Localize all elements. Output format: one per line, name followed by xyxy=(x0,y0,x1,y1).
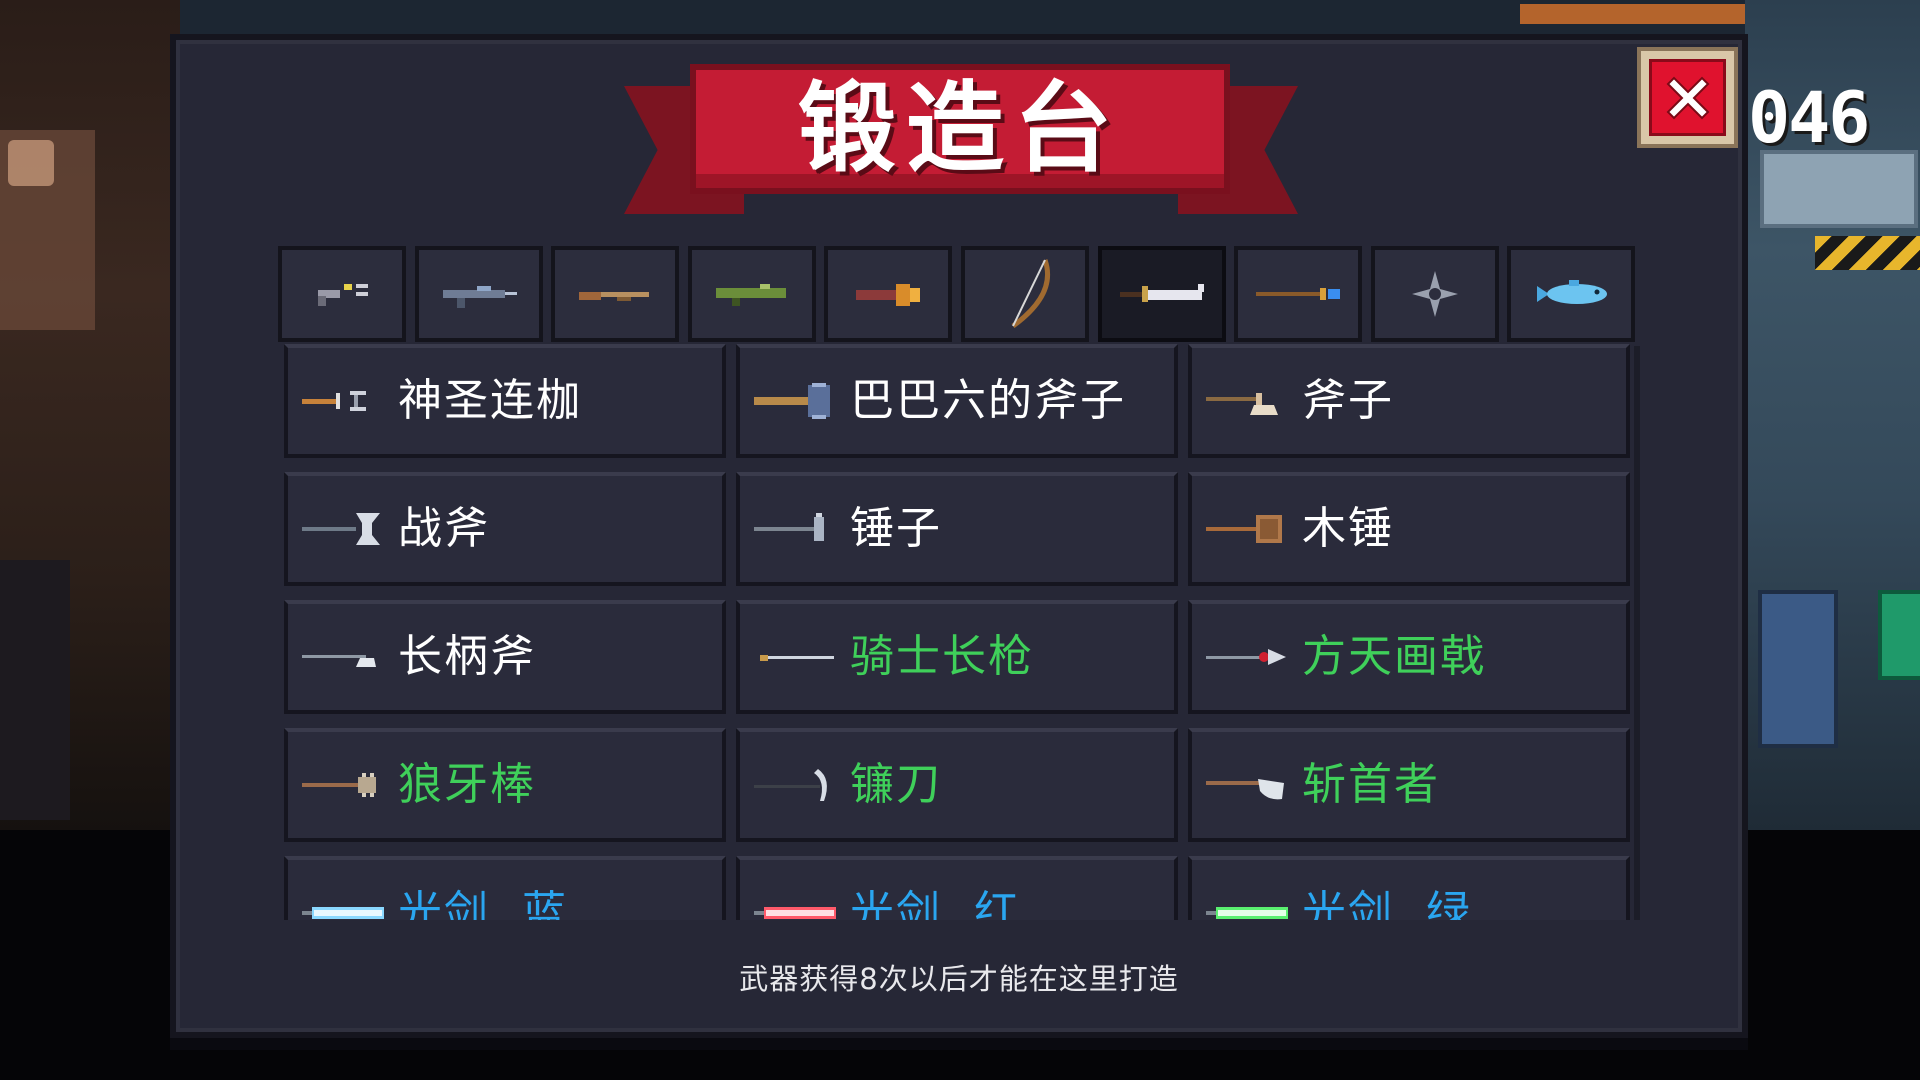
wooden-mallet-icon xyxy=(1206,515,1282,543)
tab-fish[interactable] xyxy=(1507,246,1636,342)
tab-rifle[interactable] xyxy=(414,246,543,342)
halberd-icon xyxy=(1206,649,1286,665)
title-banner: 锻造台 xyxy=(690,64,1230,194)
weapon-label: 木锤 xyxy=(1302,503,1394,554)
weapon-label: 镰刀 xyxy=(850,759,942,810)
tab-flamethrower[interactable] xyxy=(824,246,953,342)
axe-icon xyxy=(1206,393,1278,415)
close-icon xyxy=(1666,76,1709,119)
weapon-babaliu-axe[interactable]: 巴巴六的斧子 xyxy=(736,344,1178,458)
weapon-list-scrollbar[interactable] xyxy=(1634,346,1640,920)
background-machine xyxy=(1760,150,1918,228)
lightsaber-blue-icon xyxy=(302,907,384,919)
scythe-icon xyxy=(754,769,827,801)
sword-icon xyxy=(1119,284,1204,302)
weapon-halberd[interactable]: 方天画戟 xyxy=(1188,600,1630,714)
score-counter: 046 xyxy=(1748,77,1870,159)
weapon-axe[interactable]: 斧子 xyxy=(1188,344,1630,458)
mace-icon xyxy=(302,773,376,797)
background-crate xyxy=(1758,590,1838,748)
lightsaber-red-icon xyxy=(754,907,836,919)
hazard-stripes xyxy=(1815,236,1920,270)
weapon-wooden-mallet[interactable]: 木锤 xyxy=(1188,472,1630,586)
weapon-label: 锤子 xyxy=(850,503,942,554)
weapon-mace[interactable]: 狼牙棒 xyxy=(284,728,726,842)
weapon-long-axe[interactable]: 长柄斧 xyxy=(284,600,726,714)
weapon-label: 神圣连枷 xyxy=(398,375,582,426)
tab-staff[interactable] xyxy=(1234,246,1363,342)
tab-launcher[interactable] xyxy=(687,246,816,342)
weapon-knight-lance[interactable]: 骑士长枪 xyxy=(736,600,1178,714)
weapon-label: 光剑 绿 xyxy=(1302,887,1472,921)
hammer-icon xyxy=(754,513,824,541)
close-button-face xyxy=(1649,59,1726,136)
weapon-scythe[interactable]: 镰刀 xyxy=(736,728,1178,842)
weapon-label: 方天画戟 xyxy=(1302,631,1486,682)
fish-icon xyxy=(1537,280,1608,304)
shuriken-icon xyxy=(1411,271,1458,317)
shotgun-icon xyxy=(579,292,650,301)
weapon-battle-axe[interactable]: 战斧 xyxy=(284,472,726,586)
weapon-label: 战斧 xyxy=(398,503,490,554)
weapon-holy-flail[interactable]: 神圣连枷 xyxy=(284,344,726,458)
weapon-lightsaber-green[interactable]: 光剑 绿 xyxy=(1188,856,1630,920)
panel-shadow xyxy=(170,1038,1748,1050)
weapon-label: 光剑 红 xyxy=(850,887,1020,921)
staff-icon xyxy=(1256,288,1341,300)
background-left-floor xyxy=(0,560,70,820)
tab-pistol[interactable] xyxy=(278,246,406,342)
bow-icon xyxy=(1011,259,1051,329)
background-pipe xyxy=(1520,4,1780,24)
executioner-icon xyxy=(1206,779,1284,800)
long-axe-icon xyxy=(302,655,376,667)
tab-shuriken[interactable] xyxy=(1370,246,1499,342)
tab-shotgun[interactable] xyxy=(551,246,680,342)
tab-blade[interactable] xyxy=(1097,246,1226,342)
lightsaber-green-icon xyxy=(1206,907,1288,919)
weapon-label: 巴巴六的斧子 xyxy=(850,375,1126,426)
lance-icon xyxy=(760,655,834,661)
weapon-label: 光剑 蓝 xyxy=(398,887,568,921)
close-button[interactable] xyxy=(1637,47,1738,148)
weapon-hammer[interactable]: 锤子 xyxy=(736,472,1178,586)
tab-bow[interactable] xyxy=(960,246,1089,342)
rocket-launcher-icon xyxy=(715,284,786,306)
page-title: 锻造台 xyxy=(797,72,1122,186)
weapon-label: 斧子 xyxy=(1302,375,1394,426)
background-green-box xyxy=(1878,590,1920,680)
battle-axe-icon xyxy=(302,513,380,545)
weapon-label: 长柄斧 xyxy=(398,631,536,682)
assault-rifle-icon xyxy=(442,286,517,308)
hammer-axe-icon xyxy=(754,383,830,419)
weapon-lightsaber-red[interactable]: 光剑 红 xyxy=(736,856,1178,920)
weapon-label: 骑士长枪 xyxy=(850,631,1034,682)
weapon-list[interactable]: 神圣连枷 巴巴六的斧子 斧子 战斧 锤子 木锤 长柄斧 骑士长枪 方天画戟 狼牙… xyxy=(284,344,1640,920)
weapon-executioner[interactable]: 斩首者 xyxy=(1188,728,1630,842)
forge-hint-text: 武器获得8次以后才能在这里打造 xyxy=(739,962,1179,996)
holy-flail-icon xyxy=(302,391,366,411)
pistol-icon xyxy=(318,284,368,306)
npc-head xyxy=(8,140,54,186)
weapon-category-tabs xyxy=(278,246,1642,342)
weapon-lightsaber-blue[interactable]: 光剑 蓝 xyxy=(284,856,726,920)
flamethrower-icon xyxy=(856,284,921,306)
weapon-label: 斩首者 xyxy=(1302,759,1440,810)
weapon-label: 狼牙棒 xyxy=(398,759,536,810)
